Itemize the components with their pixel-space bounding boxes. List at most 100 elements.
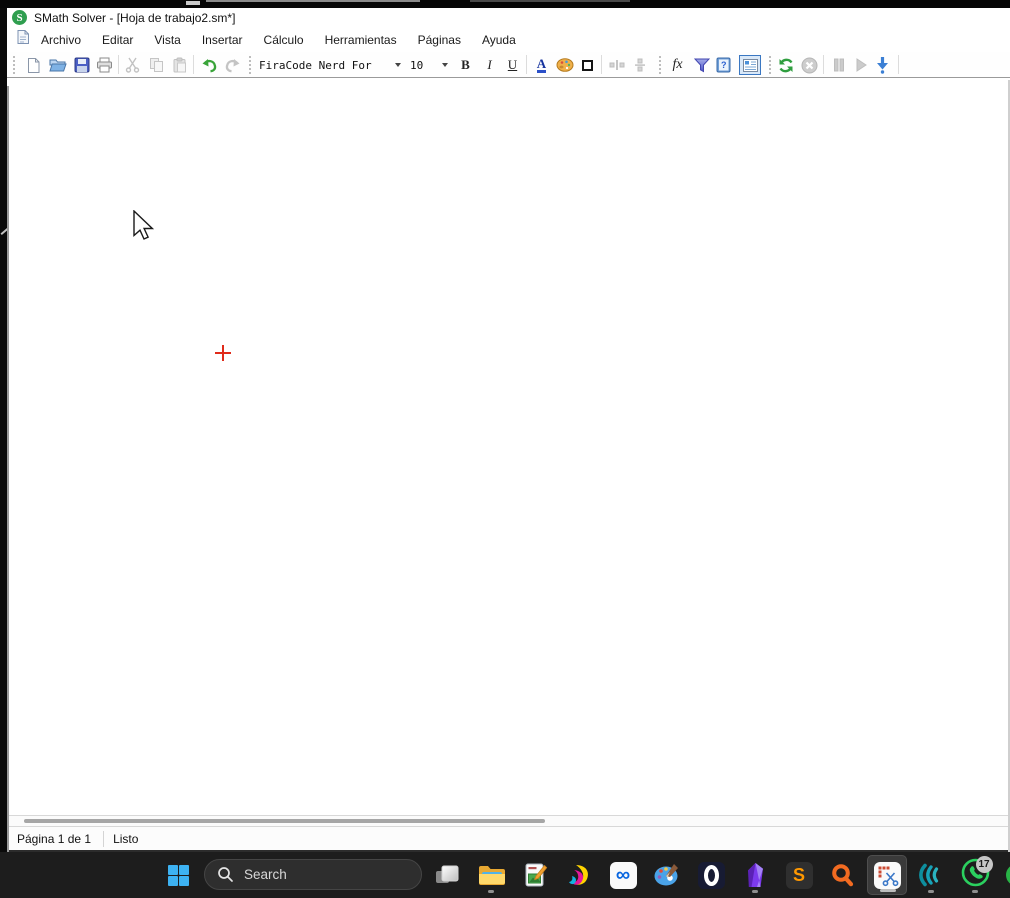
search-icon <box>217 866 234 883</box>
paint-palette-icon <box>653 862 681 888</box>
italic-button[interactable]: I <box>479 55 500 75</box>
font-size-value: 10 <box>410 59 436 72</box>
horizontal-scrollbar[interactable] <box>9 815 1008 826</box>
meta-icon: ∞ <box>610 862 637 889</box>
smath-logo-icon: S <box>12 10 27 25</box>
font-color-button[interactable]: A <box>531 55 552 75</box>
magnifier-app-button[interactable] <box>823 855 863 895</box>
reference-button[interactable]: ? <box>713 55 734 75</box>
function-button[interactable]: fx <box>667 55 688 75</box>
menu-insertar[interactable]: Insertar <box>192 30 253 50</box>
status-text: Listo <box>113 832 138 846</box>
menu-herramientas[interactable]: Herramientas <box>315 30 407 50</box>
menu-paginas[interactable]: Páginas <box>408 30 471 50</box>
border-button[interactable] <box>577 55 598 75</box>
swirl-app-icon <box>566 862 592 888</box>
toolbar-grip[interactable] <box>13 56 16 74</box>
chevron-down-icon <box>395 63 401 67</box>
opera-button[interactable] <box>691 855 731 895</box>
save-icon <box>74 57 90 73</box>
image-editor-button[interactable] <box>515 855 555 895</box>
font-size-combo[interactable]: 10 <box>410 55 454 75</box>
cut-button[interactable] <box>122 55 143 75</box>
filter-button[interactable] <box>691 55 712 75</box>
waves-icon <box>918 862 944 888</box>
menu-editar[interactable]: Editar <box>92 30 143 50</box>
step-button[interactable] <box>872 55 893 75</box>
status-bar: Página 1 de 1 Listo <box>7 826 1010 852</box>
start-icon <box>167 864 190 887</box>
open-button[interactable] <box>47 55 68 75</box>
chevron-down-icon <box>442 63 448 67</box>
recalculate-button[interactable] <box>775 55 796 75</box>
whatsapp-button[interactable]: 17 <box>955 855 995 895</box>
new-document-button[interactable] <box>23 55 44 75</box>
opera-icon <box>698 862 725 889</box>
side-panel-toggle-button[interactable] <box>739 55 761 75</box>
waves-app-button[interactable] <box>911 855 951 895</box>
start-button[interactable] <box>158 855 198 895</box>
file-explorer-button[interactable] <box>471 855 511 895</box>
new-document-icon <box>25 57 42 74</box>
obsidian-button[interactable] <box>735 855 775 895</box>
snipping-tool-icon <box>874 862 901 889</box>
open-folder-icon <box>49 57 67 73</box>
background-color-button[interactable] <box>554 55 575 75</box>
sublime-text-button[interactable]: S <box>779 855 819 895</box>
menu-calculo[interactable]: Cálculo <box>254 30 314 50</box>
toolbar-grip[interactable] <box>769 56 772 74</box>
toolbar-grip[interactable] <box>659 56 662 74</box>
clipped-app-button[interactable] <box>997 855 1010 895</box>
taskbar-search[interactable]: Search <box>204 859 422 890</box>
sublime-text-icon: S <box>786 862 813 889</box>
bold-button[interactable]: B <box>455 55 476 75</box>
copy-icon <box>149 57 164 73</box>
snipping-tool-button[interactable] <box>867 855 907 895</box>
clipped-app-icon <box>1004 862 1010 888</box>
worksheet-canvas[interactable] <box>9 78 1008 815</box>
side-panel-icon <box>743 59 758 72</box>
undo-button[interactable] <box>198 55 219 75</box>
align-vertical-icon <box>634 58 646 72</box>
screen: S SMath Solver - [Hoja de trabajo2.sm*] … <box>0 0 1010 898</box>
menu-ayuda[interactable]: Ayuda <box>472 30 526 50</box>
redo-icon <box>224 57 242 73</box>
toolbar-grip[interactable] <box>249 56 252 74</box>
align-vertical-button[interactable] <box>629 55 650 75</box>
stop-button[interactable] <box>799 55 820 75</box>
paste-icon <box>172 57 187 73</box>
swirl-app-button[interactable] <box>559 855 599 895</box>
meta-button[interactable]: ∞ <box>603 855 643 895</box>
undo-icon <box>200 57 218 73</box>
desktop-left-strip <box>0 8 7 852</box>
paste-button[interactable] <box>169 55 190 75</box>
play-button[interactable] <box>850 55 871 75</box>
save-button[interactable] <box>71 55 92 75</box>
horizontal-scrollbar-thumb[interactable] <box>24 819 545 823</box>
font-name-combo[interactable]: FiraCode Nerd For <box>259 55 407 75</box>
pause-button[interactable] <box>828 55 849 75</box>
underline-button[interactable]: U <box>502 55 523 75</box>
redo-button[interactable] <box>222 55 243 75</box>
title-bar: S SMath Solver - [Hoja de trabajo2.sm*] <box>7 8 1010 27</box>
menu-archivo[interactable]: Archivo <box>31 30 91 50</box>
print-icon <box>96 57 113 73</box>
task-view-button[interactable] <box>427 855 467 895</box>
align-horizontal-button[interactable] <box>606 55 627 75</box>
task-view-icon <box>434 862 461 889</box>
svg-text:?: ? <box>721 60 727 70</box>
background-color-icon <box>556 58 574 72</box>
paint-palette-button[interactable] <box>647 855 687 895</box>
step-icon <box>876 57 889 74</box>
menu-vista[interactable]: Vista <box>144 30 190 50</box>
pause-icon <box>833 58 845 72</box>
filter-icon <box>694 58 710 73</box>
border-icon <box>582 60 593 71</box>
copy-button[interactable] <box>146 55 167 75</box>
mouse-cursor-icon <box>133 210 154 247</box>
align-horizontal-icon <box>609 59 625 71</box>
whatsapp-badge: 17 <box>976 856 993 873</box>
reference-icon: ? <box>716 57 731 73</box>
function-icon: fx <box>672 57 682 73</box>
print-button[interactable] <box>94 55 115 75</box>
